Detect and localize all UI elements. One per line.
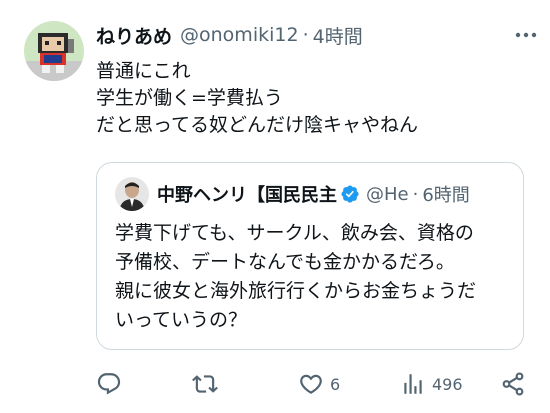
quote-separator-dot: · (412, 183, 419, 205)
quote-text-line: いっていうの？ (115, 309, 248, 331)
quote-text-line: 予備校、デートなんでも金かかるだろ。 (115, 251, 455, 273)
quote-author-name[interactable]: 中野ヘンリ【国民民主 (157, 181, 337, 207)
more-horizontal-icon[interactable] (514, 28, 538, 42)
separator-dot: · (302, 24, 309, 46)
author-name[interactable]: ねりあめ (96, 22, 172, 49)
like-count: 6 (330, 374, 341, 394)
quote-author-handle[interactable]: @He (366, 184, 409, 205)
tweet-text: 普通にこれ 学生が働く=学費払う だと思ってる奴どんだけ陰キャやねん (96, 58, 418, 139)
quote-avatar-image (115, 177, 149, 211)
reply-button[interactable] (96, 369, 128, 399)
like-button[interactable]: 6 (298, 369, 340, 399)
retweet-icon (192, 375, 218, 393)
quote-text-line: 学費下げても、サークル、飲み会、資格の (115, 222, 474, 244)
action-bar: 6 496 (96, 369, 530, 399)
quote-author-avatar[interactable] (115, 177, 149, 211)
tweet-header: ねりあめ @onomiki12 · 4時間 (96, 20, 536, 50)
share-icon (502, 372, 524, 396)
quoted-tweet[interactable]: 中野ヘンリ【国民民主 @He · 6時間 学費下げても、サークル、飲み会、資格の… (96, 162, 524, 350)
heart-icon (300, 374, 322, 394)
author-avatar[interactable] (24, 21, 84, 81)
verified-badge-icon (341, 185, 359, 203)
views-count: 496 (432, 374, 463, 394)
quote-text-line: 親に彼女と海外旅行行くからお金ちょうだ (115, 280, 477, 302)
quote-text: 学費下げても、サークル、飲み会、資格の 予備校、デートなんでも金かかるだろ。 親… (115, 219, 476, 335)
tweet-text-line: 普通にこれ (96, 60, 191, 82)
reply-icon (97, 373, 121, 395)
author-handle[interactable]: @onomiki12 (180, 24, 299, 46)
quote-header: 中野ヘンリ【国民民主 @He · 6時間 (157, 179, 517, 209)
quote-time[interactable]: 6時間 (422, 181, 469, 207)
share-button[interactable] (500, 369, 526, 399)
views-icon (404, 374, 422, 394)
tweet-time[interactable]: 4時間 (313, 22, 363, 49)
views-button[interactable]: 496 (400, 369, 463, 399)
tweet-text-line: だと思ってる奴どんだけ陰キャやねん (96, 114, 419, 136)
retweet-button[interactable] (192, 369, 224, 399)
tweet-text-line: 学生が働く=学費払う (96, 87, 283, 109)
avatar-image (24, 21, 84, 81)
